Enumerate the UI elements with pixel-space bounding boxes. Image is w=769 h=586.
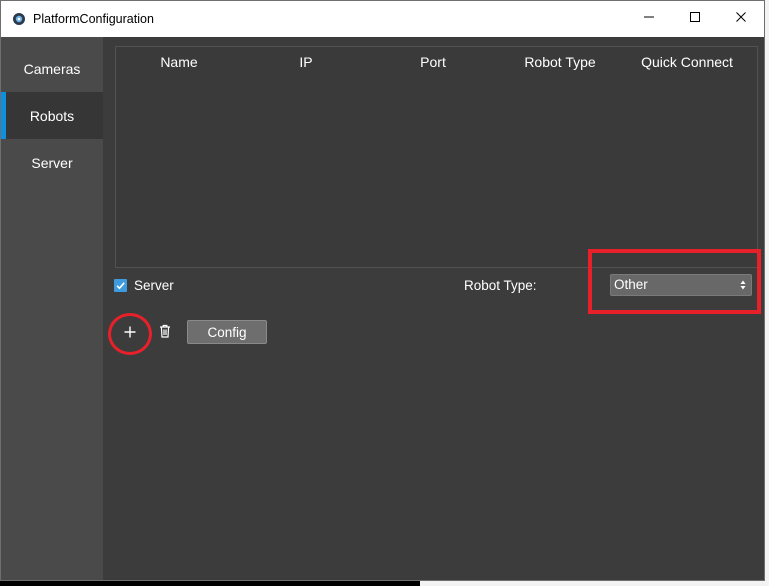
annotation-highlight-rectangle bbox=[588, 249, 761, 314]
trash-icon bbox=[160, 324, 170, 338]
sidebar: Cameras Robots Server bbox=[1, 37, 103, 580]
robots-table[interactable]: Name IP Port Robot Type Quick Connect bbox=[115, 46, 758, 268]
minimize-button[interactable] bbox=[626, 1, 672, 37]
minimize-icon bbox=[643, 10, 655, 28]
window-title: PlatformConfiguration bbox=[33, 12, 154, 26]
column-header-ip[interactable]: IP bbox=[299, 54, 312, 70]
checkmark-icon bbox=[116, 282, 125, 290]
maximize-button[interactable] bbox=[672, 1, 718, 37]
maximize-icon bbox=[689, 10, 701, 28]
annotation-highlight-circle bbox=[108, 313, 152, 355]
sidebar-item-label: Server bbox=[31, 154, 73, 171]
config-button[interactable]: Config bbox=[187, 320, 267, 344]
sidebar-item-cameras[interactable]: Cameras bbox=[1, 45, 103, 92]
column-header-port[interactable]: Port bbox=[420, 54, 446, 70]
sidebar-item-robots[interactable]: Robots bbox=[1, 92, 103, 139]
app-eye-icon bbox=[12, 12, 26, 26]
config-button-label: Config bbox=[207, 324, 247, 340]
column-header-quick-connect[interactable]: Quick Connect bbox=[641, 54, 733, 70]
title-bar[interactable]: PlatformConfiguration bbox=[1, 1, 764, 37]
close-icon bbox=[735, 10, 747, 28]
robot-type-label: Robot Type: bbox=[464, 278, 537, 293]
sidebar-item-label: Cameras bbox=[23, 60, 81, 77]
server-checkbox-label[interactable]: Server bbox=[134, 278, 174, 293]
close-button[interactable] bbox=[718, 1, 764, 37]
server-checkbox[interactable] bbox=[114, 279, 127, 292]
delete-robot-button[interactable] bbox=[157, 321, 173, 341]
column-header-robot-type[interactable]: Robot Type bbox=[524, 54, 595, 70]
active-indicator bbox=[1, 92, 6, 139]
sidebar-item-server[interactable]: Server bbox=[1, 139, 103, 186]
column-header-name[interactable]: Name bbox=[160, 54, 197, 70]
sidebar-item-label: Robots bbox=[29, 107, 75, 124]
